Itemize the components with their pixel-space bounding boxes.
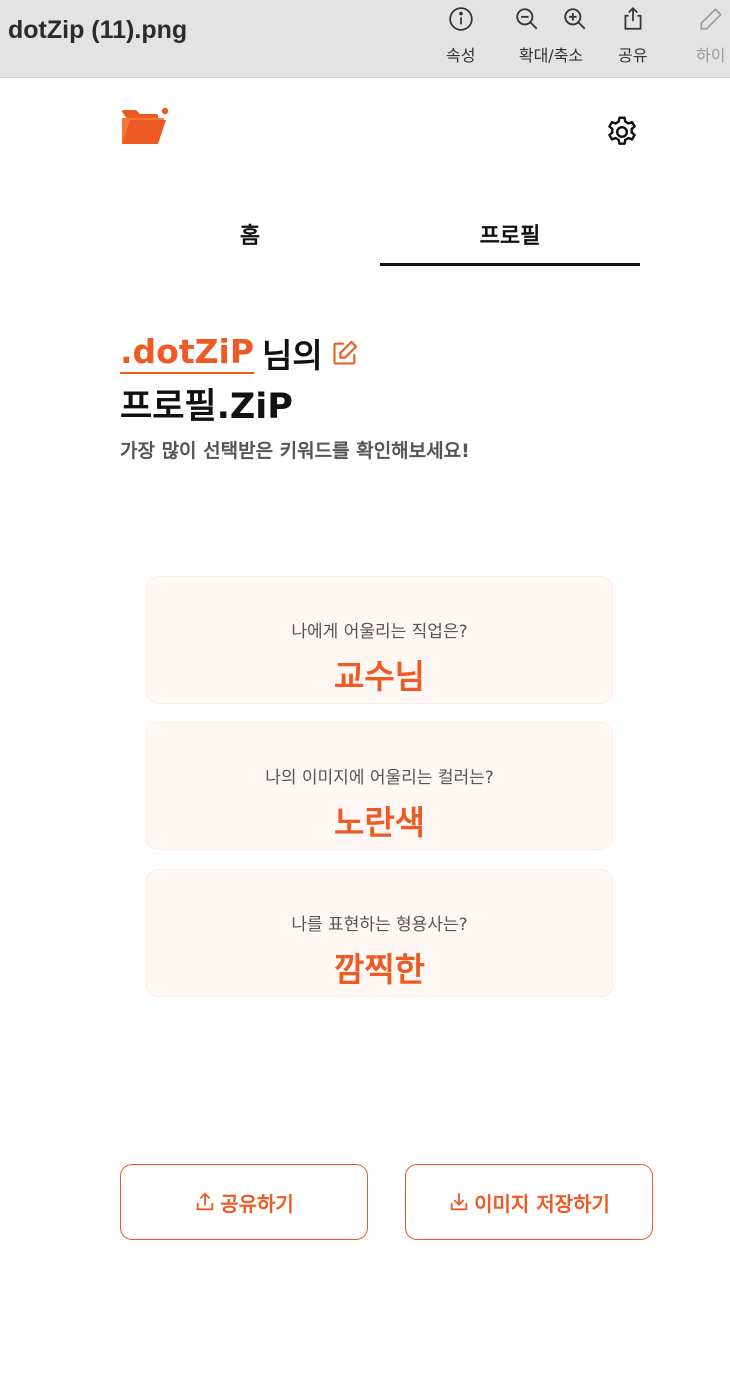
highlight-tool-label: 하이 [696, 46, 726, 65]
card-answer: 깜찍한 [333, 950, 426, 989]
highlight-tool-button[interactable]: 하이 [696, 6, 725, 72]
profile-name: .dotZiP [120, 332, 255, 374]
save-image-button[interactable]: 이미지 저장하기 [405, 1164, 653, 1240]
card-question: 나에게 어울리는 직업은? [291, 622, 468, 642]
keyword-card-adjective: 나를 표현하는 형용사는? 깜찍한 [146, 869, 613, 997]
folder-logo-icon[interactable] [120, 106, 170, 146]
tab-profile[interactable]: 프로필 [380, 212, 640, 266]
window-title: dotZip (11).png [8, 16, 188, 44]
zoom-label: 확대/축소 [518, 46, 584, 65]
share-tool-button[interactable]: 공유 [618, 6, 647, 72]
zoom-in-icon[interactable] [562, 6, 588, 32]
card-question: 나의 이미지에 어울리는 컬러는? [265, 768, 494, 788]
share-button-label: 공유하기 [220, 1191, 294, 1216]
tab-bar: 홈 프로필 [120, 212, 640, 266]
edit-icon[interactable] [331, 339, 359, 367]
pencil-icon [700, 8, 722, 30]
info-icon [449, 7, 473, 31]
card-answer: 교수님 [333, 657, 426, 696]
profile-heading: .dotZiP 님의 프로필.ZiP [120, 330, 359, 430]
share-icon [624, 6, 642, 30]
profile-title: 프로필.ZiP [120, 387, 293, 427]
profile-name-suffix: 님의 [262, 336, 323, 375]
gear-icon[interactable] [604, 114, 640, 150]
share-button[interactable]: 공유하기 [120, 1164, 368, 1240]
window-toolbar: dotZip (11).png 속성 확대/축소 공유 하이 [0, 0, 730, 78]
share-tool-label: 공유 [618, 46, 648, 65]
keyword-card-job: 나에게 어울리는 직업은? 교수님 [146, 576, 613, 704]
keyword-card-color: 나의 이미지에 어울리는 컬러는? 노란색 [146, 722, 613, 850]
info-button[interactable]: 속성 [446, 6, 475, 72]
card-answer: 노란색 [333, 803, 426, 842]
profile-subtitle: 가장 많이 선택받은 키워드를 확인해보세요! [120, 440, 470, 462]
zoom-out-icon[interactable] [514, 6, 540, 32]
tab-home[interactable]: 홈 [120, 212, 380, 266]
zoom-button[interactable]: 확대/축소 [514, 6, 588, 72]
info-label: 속성 [446, 46, 476, 65]
upload-icon [196, 1192, 214, 1211]
download-icon [450, 1192, 468, 1211]
card-question: 나를 표현하는 형용사는? [291, 915, 468, 935]
save-image-button-label: 이미지 저장하기 [474, 1191, 610, 1216]
